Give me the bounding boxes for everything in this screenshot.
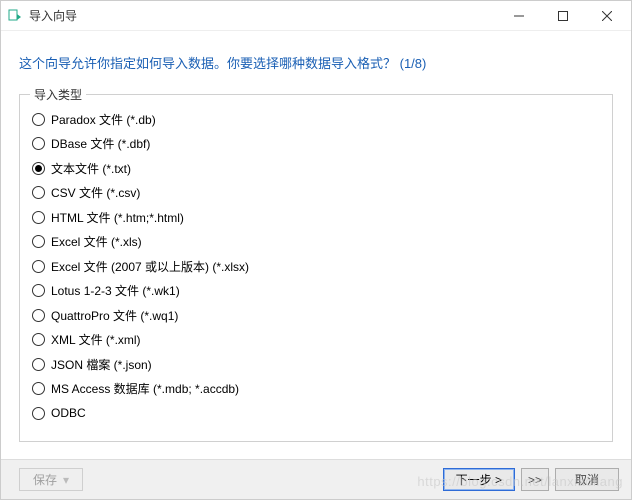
save-button-label: 保存 xyxy=(33,471,57,488)
import-type-fieldset: 导入类型 Paradox 文件 (*.db)DBase 文件 (*.dbf)文本… xyxy=(19,94,613,442)
minimize-button[interactable] xyxy=(497,2,541,30)
option-label: XML 文件 (*.xml) xyxy=(51,331,141,348)
import-type-option[interactable]: Excel 文件 (2007 或以上版本) (*.xlsx) xyxy=(30,254,602,279)
radio-icon xyxy=(32,284,45,297)
skip-button-label: >> xyxy=(528,473,542,487)
radio-icon xyxy=(32,137,45,150)
import-type-option[interactable]: Paradox 文件 (*.db) xyxy=(30,107,602,132)
maximize-button[interactable] xyxy=(541,2,585,30)
radio-icon xyxy=(32,162,45,175)
import-type-option[interactable]: QuattroPro 文件 (*.wq1) xyxy=(30,303,602,328)
radio-icon xyxy=(32,260,45,273)
window-title: 导入向导 xyxy=(29,7,497,24)
radio-icon xyxy=(32,407,45,420)
import-type-option[interactable]: JSON 檔案 (*.json) xyxy=(30,352,602,377)
option-label: Lotus 1-2-3 文件 (*.wk1) xyxy=(51,282,180,299)
window-controls xyxy=(497,2,629,30)
cancel-button-label: 取消 xyxy=(575,471,599,488)
option-label: ODBC xyxy=(51,406,86,420)
option-label: Excel 文件 (2007 或以上版本) (*.xlsx) xyxy=(51,258,249,275)
radio-icon xyxy=(32,211,45,224)
radio-icon xyxy=(32,186,45,199)
fieldset-legend: 导入类型 xyxy=(30,86,86,103)
dropdown-icon: ▾ xyxy=(63,473,69,487)
titlebar: 导入向导 xyxy=(1,1,631,31)
import-type-option[interactable]: Excel 文件 (*.xls) xyxy=(30,230,602,255)
radio-icon xyxy=(32,382,45,395)
radio-icon xyxy=(32,235,45,248)
import-type-option[interactable]: CSV 文件 (*.csv) xyxy=(30,181,602,206)
import-type-option[interactable]: ODBC xyxy=(30,401,602,426)
option-label: 文本文件 (*.txt) xyxy=(51,160,131,177)
option-label: JSON 檔案 (*.json) xyxy=(51,356,152,373)
close-button[interactable] xyxy=(585,2,629,30)
cancel-button[interactable]: 取消 xyxy=(555,468,619,491)
option-label: Paradox 文件 (*.db) xyxy=(51,111,156,128)
radio-icon xyxy=(32,358,45,371)
option-label: DBase 文件 (*.dbf) xyxy=(51,135,150,152)
next-button[interactable]: 下一步 > xyxy=(443,468,515,491)
option-label: QuattroPro 文件 (*.wq1) xyxy=(51,307,178,324)
option-label: HTML 文件 (*.htm;*.html) xyxy=(51,209,184,226)
app-icon xyxy=(7,8,23,24)
radio-icon xyxy=(32,113,45,126)
option-label: MS Access 数据库 (*.mdb; *.accdb) xyxy=(51,380,239,397)
skip-button[interactable]: >> xyxy=(521,468,549,491)
import-type-option[interactable]: MS Access 数据库 (*.mdb; *.accdb) xyxy=(30,377,602,402)
save-button: 保存 ▾ xyxy=(19,468,83,491)
wizard-heading: 这个向导允许你指定如何导入数据。你要选择哪种数据导入格式？ (1/8) xyxy=(19,53,613,72)
dialog-content: 这个向导允许你指定如何导入数据。你要选择哪种数据导入格式？ (1/8) 导入类型… xyxy=(1,31,631,442)
import-type-option[interactable]: HTML 文件 (*.htm;*.html) xyxy=(30,205,602,230)
import-type-option[interactable]: Lotus 1-2-3 文件 (*.wk1) xyxy=(30,279,602,304)
option-label: Excel 文件 (*.xls) xyxy=(51,233,142,250)
import-type-option[interactable]: 文本文件 (*.txt) xyxy=(30,156,602,181)
option-label: CSV 文件 (*.csv) xyxy=(51,184,140,201)
next-button-label: 下一步 > xyxy=(456,471,502,488)
import-type-option[interactable]: XML 文件 (*.xml) xyxy=(30,328,602,353)
radio-icon xyxy=(32,333,45,346)
dialog-footer: 保存 ▾ 下一步 > >> 取消 xyxy=(1,459,631,499)
radio-icon xyxy=(32,309,45,322)
import-type-option[interactable]: DBase 文件 (*.dbf) xyxy=(30,132,602,157)
